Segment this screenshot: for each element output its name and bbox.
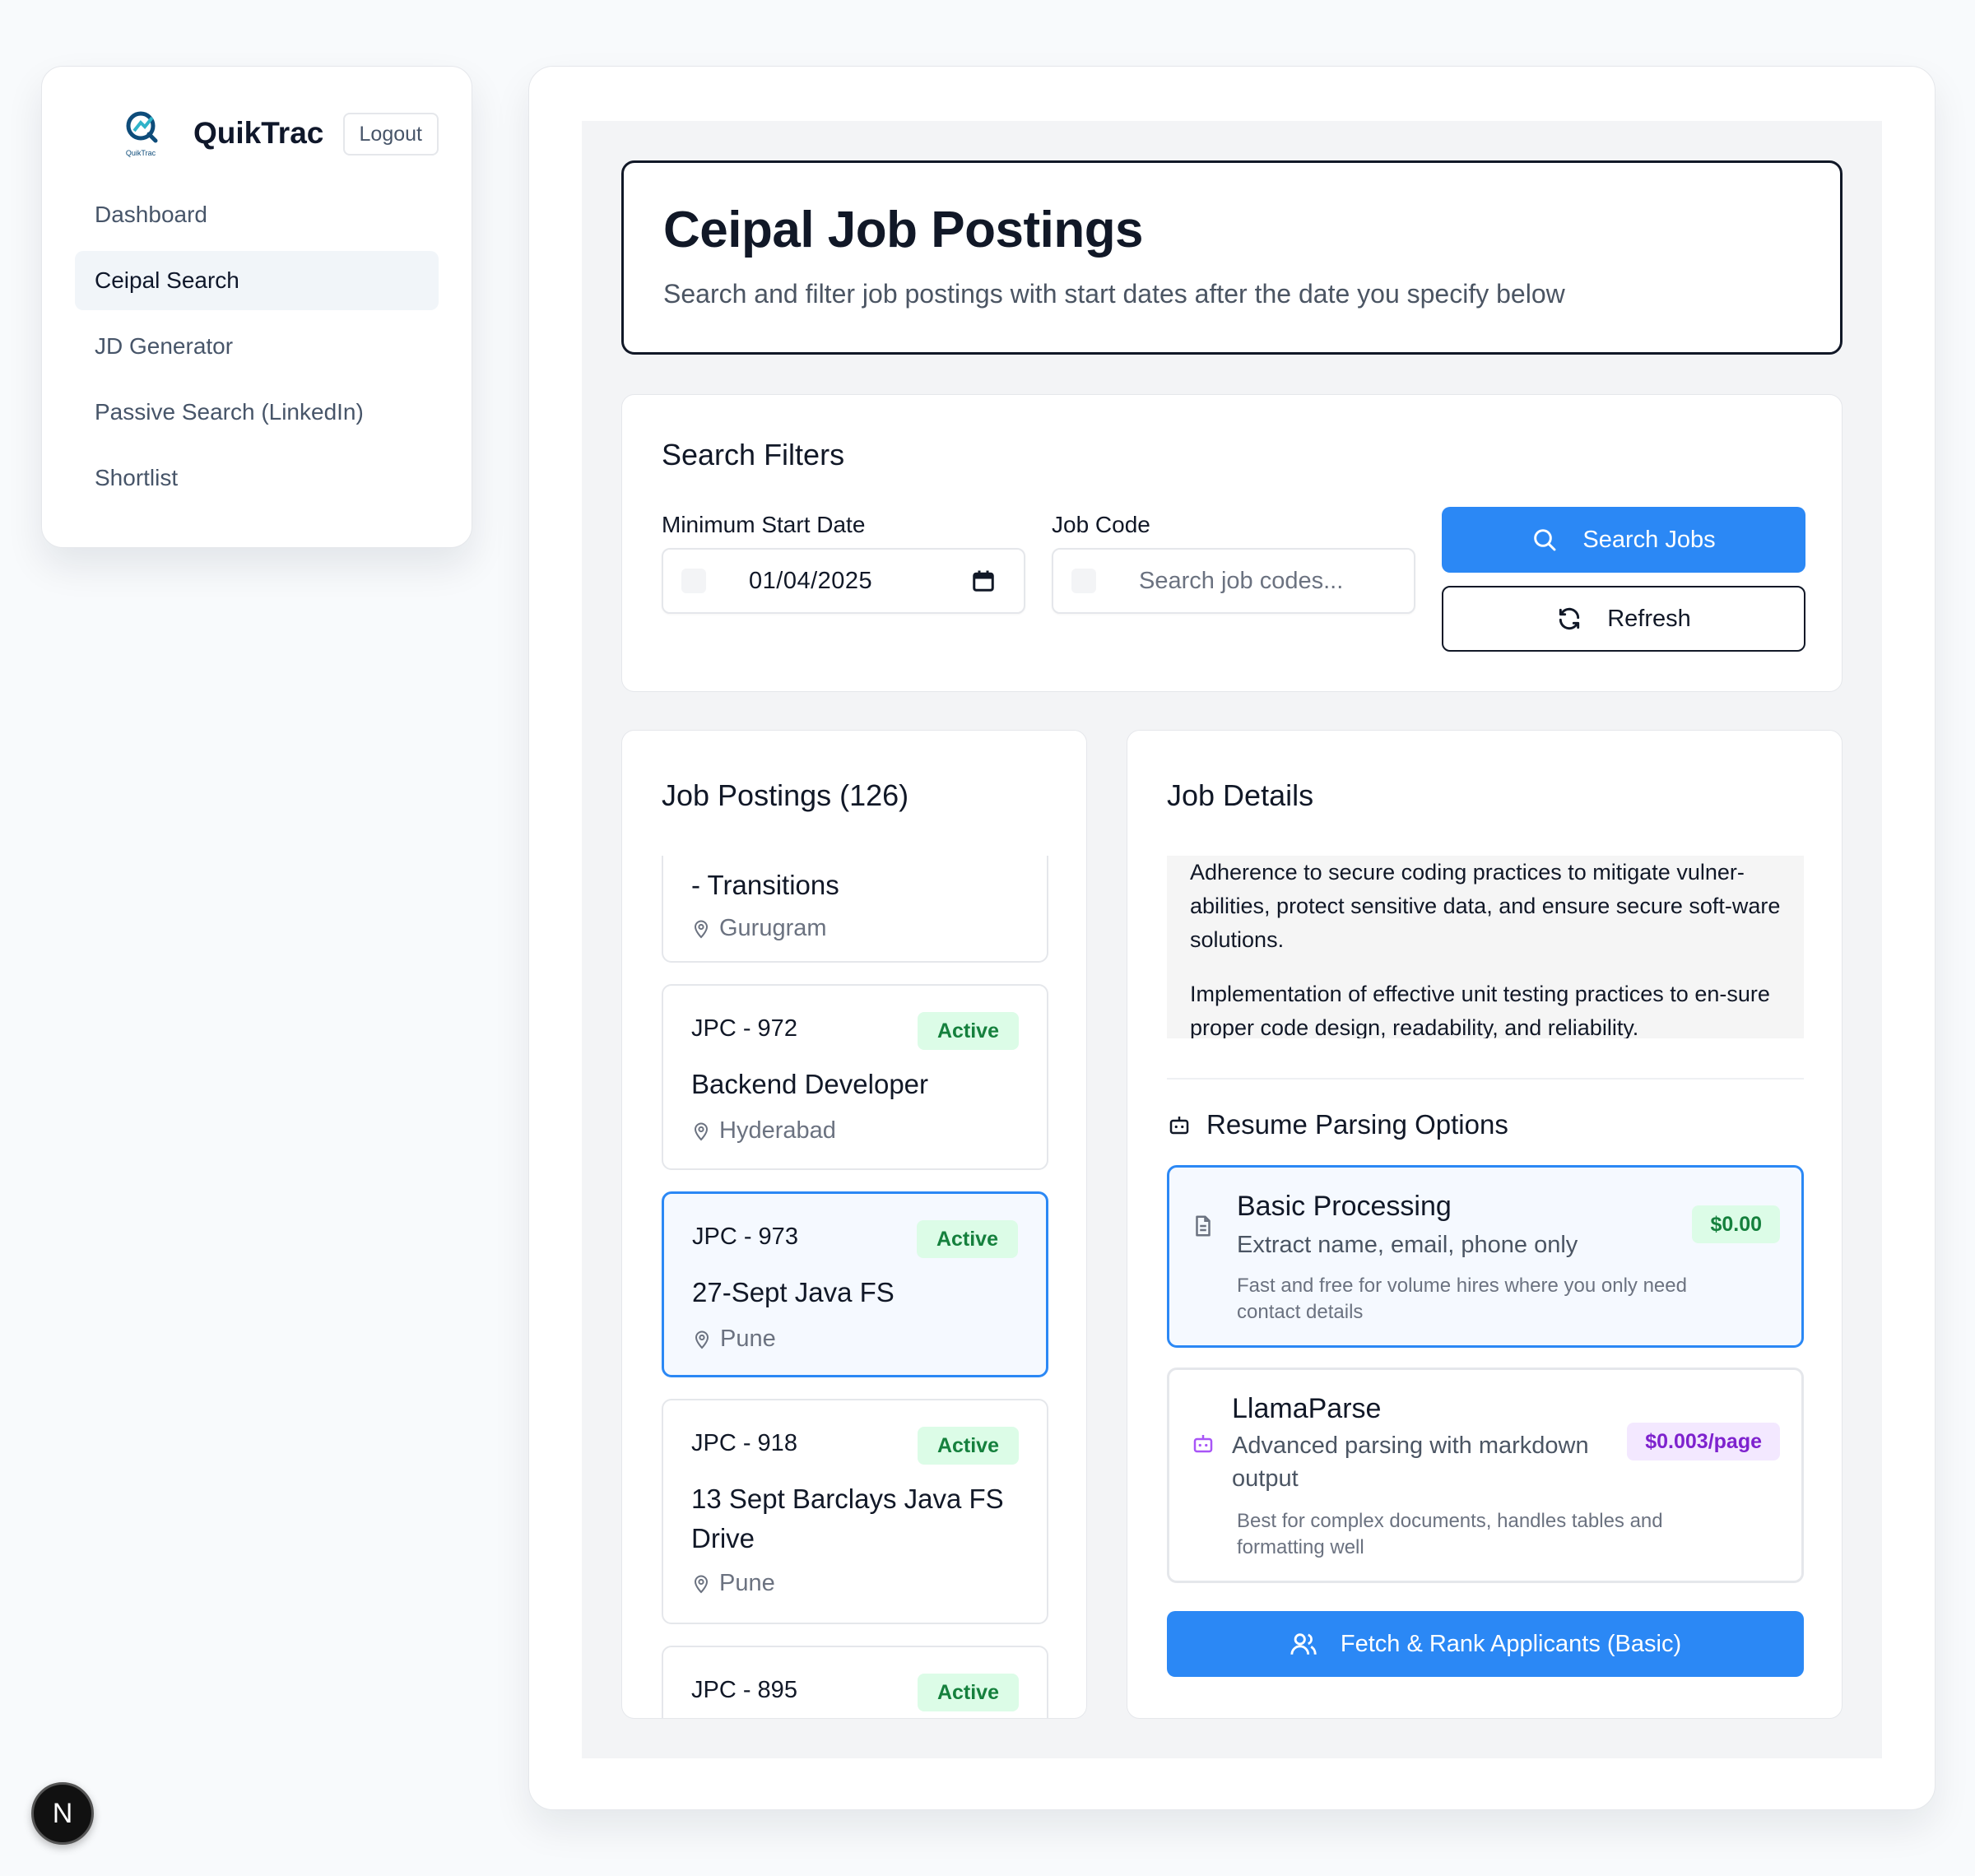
job-location: Hyderabad [691, 1117, 836, 1145]
job-item[interactable]: JPC - 918 Active 13 Sept Barclays Java F… [662, 1399, 1048, 1624]
location-pin-icon [694, 1575, 709, 1593]
resume-parsing-title: Resume Parsing Options [1167, 1109, 1508, 1140]
job-code: JPC - 973 [692, 1224, 798, 1250]
content-canvas: Ceipal Job Postings Search and filter jo… [582, 121, 1882, 1758]
job-item[interactable]: JPC - 972 Active Backend Developer Hyder… [662, 984, 1048, 1170]
min-start-date-input[interactable]: 01/04/2025 [662, 548, 1025, 614]
job-postings-card: Job Postings (126) - Transitions Gurugra… [621, 730, 1087, 1719]
dev-tools-badge[interactable]: N [31, 1782, 94, 1845]
page-header: Ceipal Job Postings Search and filter jo… [621, 160, 1843, 355]
bot-icon [1193, 1435, 1213, 1453]
filters-title: Search Filters [662, 438, 845, 471]
status-badge: Active [917, 1427, 1019, 1465]
job-location: Pune [692, 1326, 776, 1353]
job-location: Pune [691, 1570, 775, 1597]
input-prefix-icon [681, 569, 706, 593]
job-code: JPC - 895 [691, 1677, 797, 1703]
job-location-text: Hyderabad [719, 1117, 836, 1144]
option-description: Advanced parsing with markdown output [1232, 1433, 1589, 1492]
job-item-selected[interactable]: JPC - 973 Active 27-Sept Java FS Pune [662, 1191, 1048, 1377]
parsing-option-basic[interactable]: Basic Processing Extract name, email, ph… [1167, 1165, 1804, 1348]
resume-parsing-title-text: Resume Parsing Options [1206, 1109, 1508, 1140]
job-title: 27-Sept Java FS [692, 1277, 895, 1307]
logout-button[interactable]: Logout [342, 113, 439, 156]
sidebar-item-jd-generator[interactable]: JD Generator [75, 317, 439, 376]
status-badge: Active [916, 1220, 1018, 1258]
job-item[interactable]: JPC - 895 Active [662, 1646, 1048, 1718]
option-name: Basic Processing [1237, 1191, 1452, 1222]
fetch-rank-label: Fetch & Rank Applicants (Basic) [1340, 1630, 1682, 1657]
search-icon [1534, 529, 1556, 551]
page-subtitle: Search and filter job postings with star… [663, 279, 1565, 309]
divider [1167, 1078, 1804, 1080]
job-postings-title: Job Postings (126) [662, 778, 909, 812]
app-name: QuikTrac [193, 116, 324, 150]
job-location: Gurugram [691, 915, 827, 942]
search-filters-card: Search Filters Minimum Start Date 01/04/… [621, 394, 1843, 692]
svg-text:QuikTrac: QuikTrac [126, 149, 156, 157]
search-jobs-label: Search Jobs [1582, 526, 1716, 553]
description-paragraph: Implementation of effective unit testing… [1190, 982, 1770, 1038]
parsing-option-llamaparse[interactable]: LlamaParse Advanced parsing with markdow… [1167, 1368, 1804, 1583]
sidebar-item-passive-search[interactable]: Passive Search (LinkedIn) [75, 383, 439, 442]
description-paragraph: Adherence to secure coding practices to … [1190, 860, 1781, 952]
location-pin-icon [694, 1122, 709, 1140]
min-start-date-label: Minimum Start Date [662, 512, 866, 537]
price-badge: $0.003/page [1627, 1423, 1780, 1460]
job-location-text: Gurugram [719, 915, 827, 941]
sidebar-item-ceipal-search[interactable]: Ceipal Search [75, 251, 439, 310]
main-frame: Ceipal Job Postings Search and filter jo… [528, 66, 1936, 1810]
job-title: Backend Developer [691, 1069, 929, 1099]
job-title: - Transitions [691, 870, 839, 900]
job-code-label: Job Code [1052, 512, 1150, 537]
job-location-text: Pune [720, 1326, 776, 1352]
option-name: LlamaParse [1232, 1393, 1382, 1424]
fetch-rank-applicants-button[interactable]: Fetch & Rank Applicants (Basic) [1167, 1611, 1804, 1677]
job-list[interactable]: - Transitions Gurugram JPC - 972 Active … [662, 856, 1048, 1718]
calendar-icon[interactable] [971, 569, 996, 593]
job-details-card: Job Details Adherence to secure coding p… [1127, 730, 1843, 1719]
sidebar-item-shortlist[interactable]: Shortlist [75, 448, 439, 508]
min-start-date-value: 01/04/2025 [749, 567, 873, 594]
location-pin-icon [695, 1330, 709, 1349]
status-badge: Active [917, 1674, 1019, 1711]
job-description[interactable]: Adherence to secure coding practices to … [1167, 856, 1804, 1038]
refresh-button[interactable]: Refresh [1442, 586, 1805, 652]
bot-icon [1169, 1117, 1189, 1135]
sidebar-nav: Dashboard Ceipal Search JD Generator Pas… [75, 185, 439, 508]
quiktrac-logo: QuikTrac [126, 111, 158, 157]
sidebar: QuikTrac QuikTrac Logout Dashboard Ceipa… [41, 66, 472, 548]
job-title: 13 Sept Barclays Java FS Drive [691, 1484, 1004, 1553]
job-details-title: Job Details [1167, 778, 1314, 812]
option-description: Extract name, email, phone only [1237, 1232, 1578, 1258]
brand: QuikTrac QuikTrac Logout [75, 98, 439, 169]
job-item[interactable]: - Transitions Gurugram [662, 856, 1048, 963]
price-badge: $0.00 [1692, 1205, 1780, 1243]
refresh-icon [1559, 607, 1580, 630]
job-code-field[interactable] [1052, 548, 1415, 614]
users-icon [1290, 1633, 1317, 1655]
search-jobs-button[interactable]: Search Jobs [1442, 507, 1805, 573]
search-prefix-icon [1071, 569, 1096, 593]
option-note: Best for complex documents, handles tabl… [1237, 1510, 1663, 1558]
job-code: JPC - 918 [691, 1430, 797, 1456]
job-code-input[interactable] [1139, 567, 1402, 595]
status-badge: Active [917, 1012, 1019, 1050]
job-location-text: Pune [719, 1570, 775, 1596]
location-pin-icon [694, 920, 709, 938]
page-title: Ceipal Job Postings [663, 202, 1144, 258]
job-code: JPC - 972 [691, 1015, 797, 1042]
document-icon [1196, 1215, 1211, 1237]
sidebar-item-dashboard[interactable]: Dashboard [75, 185, 439, 244]
option-note: Fast and free for volume hires where you… [1237, 1275, 1687, 1323]
refresh-label: Refresh [1607, 605, 1691, 632]
